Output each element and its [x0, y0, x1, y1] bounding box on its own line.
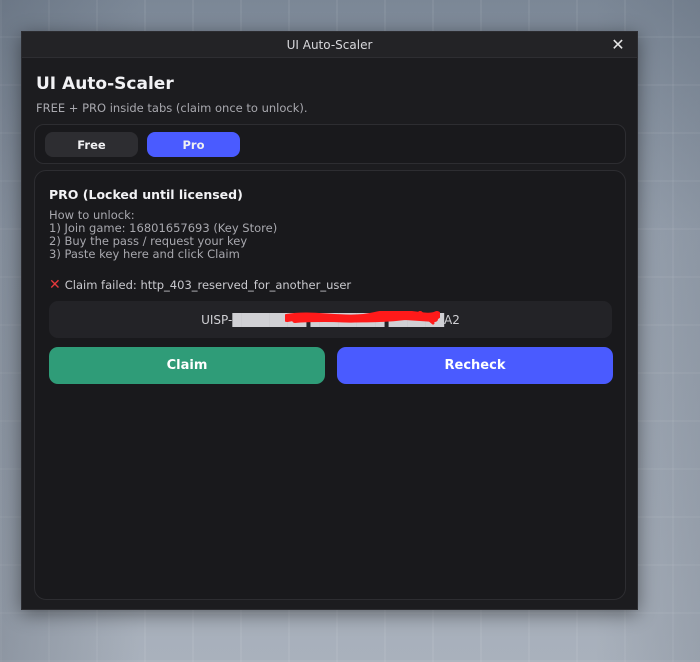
tab-pro[interactable]: Pro [147, 132, 240, 157]
claim-button[interactable]: Claim [49, 347, 325, 384]
claim-status-text: Claim failed: http_403_reserved_for_anot… [64, 278, 352, 292]
app-title: UI Auto-Scaler [36, 74, 174, 94]
license-key-input[interactable] [49, 301, 612, 338]
x-icon: ✕ [49, 277, 61, 293]
app-subtitle: FREE + PRO inside tabs (claim once to un… [36, 101, 308, 115]
close-icon[interactable]: ✕ [609, 36, 627, 54]
tab-free[interactable]: Free [45, 132, 138, 157]
unlock-instructions: How to unlock: 1) Join game: 16801657693… [49, 209, 277, 261]
claim-status: ✕ Claim failed: http_403_reserved_for_an… [49, 278, 351, 292]
panel-heading: PRO (Locked until licensed) [49, 187, 243, 202]
recheck-button[interactable]: Recheck [337, 347, 613, 384]
instruction-line: 3) Paste key here and click Claim [49, 247, 240, 261]
pro-panel: PRO (Locked until licensed) How to unloc… [34, 170, 626, 600]
plugin-window: UI Auto-Scaler ✕ UI Auto-Scaler FREE + P… [21, 31, 638, 610]
window-title: UI Auto-Scaler [286, 37, 373, 52]
window-titlebar[interactable]: UI Auto-Scaler ✕ [22, 32, 637, 58]
tab-bar: Free Pro [34, 124, 626, 164]
